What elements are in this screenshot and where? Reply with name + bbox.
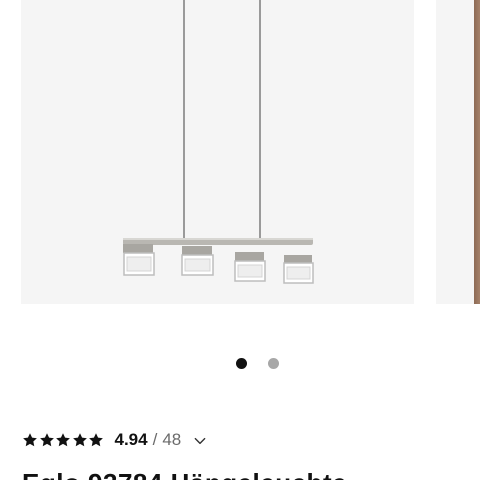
review-count: 48 (162, 430, 182, 449)
star-icon (23, 433, 37, 447)
product-image-next[interactable] (436, 0, 480, 304)
pagination-dot[interactable] (268, 358, 279, 369)
star-icon (56, 433, 70, 447)
product-page: 4.94 / 48 Eglo 93784 Hängeleuchte (0, 0, 480, 480)
product-title: Eglo 93784 Hängeleuchte (22, 468, 347, 480)
chevron-down-icon[interactable] (193, 434, 207, 448)
next-image-edge (474, 0, 480, 304)
product-image-pendant-lamp[interactable] (21, 0, 414, 304)
star-icon (89, 433, 103, 447)
rating-value: 4.94 (114, 430, 148, 449)
pagination-dot-active[interactable] (236, 358, 247, 369)
carousel-pagination (236, 358, 284, 370)
star-icon (72, 433, 87, 447)
pendant-lamp-illustration (123, 0, 314, 284)
star-icon (39, 433, 54, 447)
rating-summary[interactable]: 4.94 / 48 (22, 428, 207, 452)
rating-separator: / (152, 430, 158, 449)
image-carousel[interactable] (0, 0, 480, 304)
rating-stars (22, 432, 105, 448)
